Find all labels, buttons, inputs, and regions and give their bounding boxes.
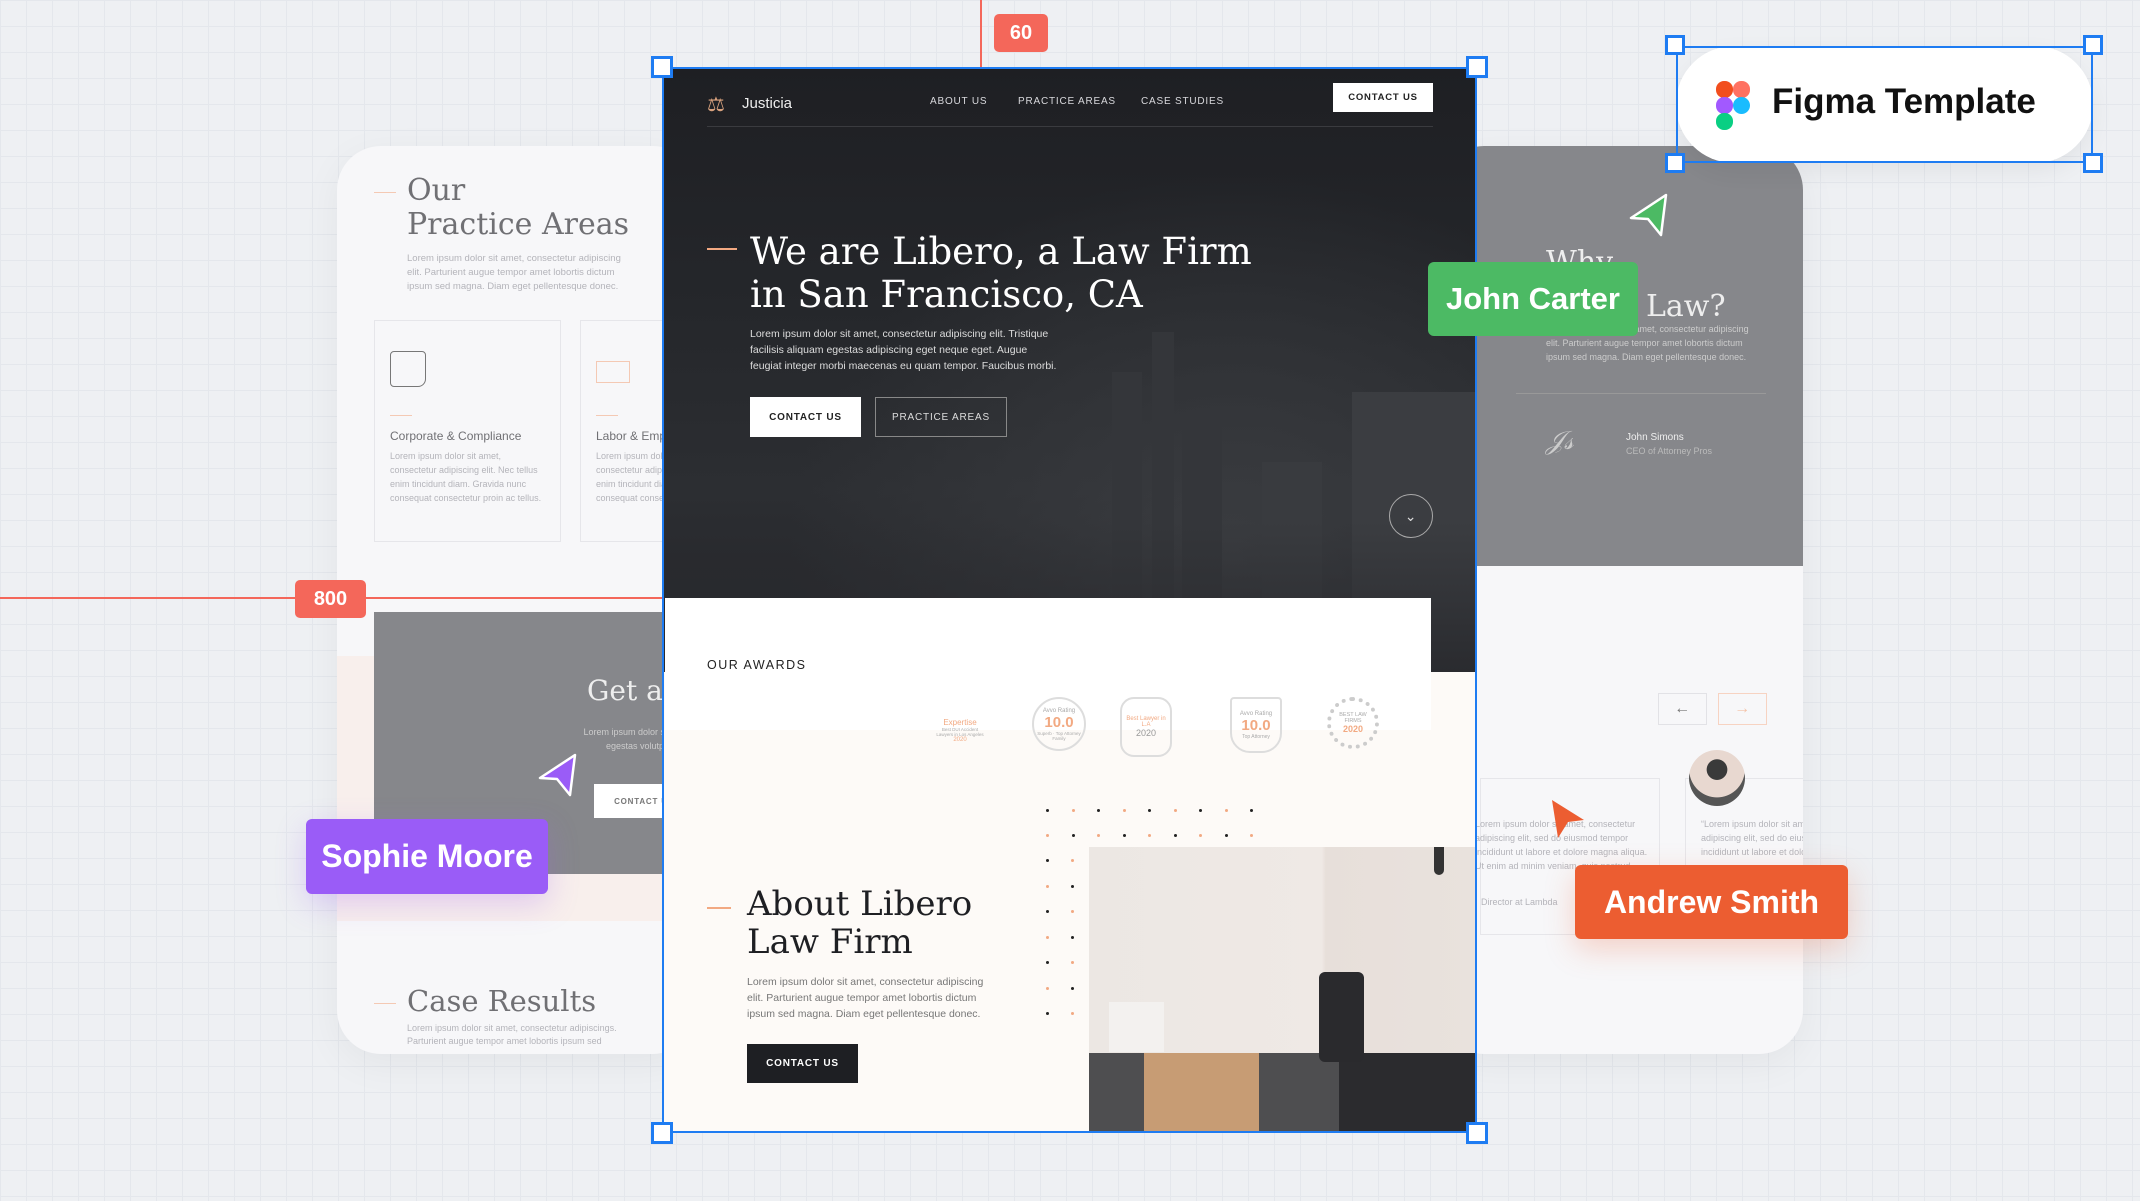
practice-card-title: Corporate & Compliance — [390, 429, 522, 443]
arrow-left-icon[interactable]: ← — [1658, 693, 1707, 725]
cta-title: Get a — [587, 674, 663, 707]
section-title: Our Practice Areas — [407, 173, 629, 242]
cursor-arrow-icon — [538, 753, 577, 797]
testimonial-text: “Lorem ipsum dolor sit amet, consectetur… — [1701, 819, 1803, 857]
avatar — [1689, 750, 1745, 806]
scroll-pen-icon — [390, 351, 426, 387]
resize-handle[interactable] — [1665, 153, 1685, 173]
collaborator-label-sophie-moore: Sophie Moore — [306, 819, 548, 894]
selection-outline — [1676, 46, 2093, 163]
testimonial-role: Director at Lambda — [1481, 897, 1558, 907]
resize-handle[interactable] — [1466, 56, 1488, 78]
signer-name: John Simons — [1626, 432, 1684, 443]
accent-dash — [374, 192, 396, 193]
resize-handle[interactable] — [651, 1122, 673, 1144]
resize-handle[interactable] — [651, 56, 673, 78]
cursor-arrow-icon — [1629, 193, 1668, 237]
cursor-arrow-icon — [1552, 800, 1584, 838]
section-intro: Lorem ipsum dolor sit amet, consectetur … — [407, 253, 621, 292]
ruler-badge-x: 60 — [994, 14, 1048, 52]
resize-handle[interactable] — [2083, 35, 2103, 55]
signature-image: 𝒥𝓈 — [1546, 426, 1574, 456]
resize-handle[interactable] — [1466, 1122, 1488, 1144]
selection-outline — [662, 67, 1477, 1133]
practice-card[interactable]: Corporate & Compliance Lorem ipsum dolor… — [374, 320, 561, 542]
ruler-badge-y: 800 — [295, 580, 366, 618]
practice-areas-page-preview: Our Practice Areas Lorem ipsum dolor sit … — [337, 146, 697, 1054]
case-results-title: Case Results — [407, 984, 597, 1018]
resize-handle[interactable] — [2083, 153, 2103, 173]
case-results-text: Lorem ipsum dolor sit amet, consectetur … — [407, 1023, 617, 1046]
arrow-right-icon[interactable]: → — [1718, 693, 1767, 725]
collaborator-label-andrew-smith: Andrew Smith — [1575, 865, 1848, 939]
briefcase-hand-icon — [596, 361, 630, 383]
signer-role: CEO of Attorney Pros — [1626, 446, 1713, 456]
resize-handle[interactable] — [1665, 35, 1685, 55]
collaborator-label-john-carter: John Carter — [1428, 262, 1638, 336]
ruler-guide-vertical — [980, 0, 982, 67]
practice-card-text: Lorem ipsum dolor sit amet, consectetur … — [390, 451, 542, 503]
